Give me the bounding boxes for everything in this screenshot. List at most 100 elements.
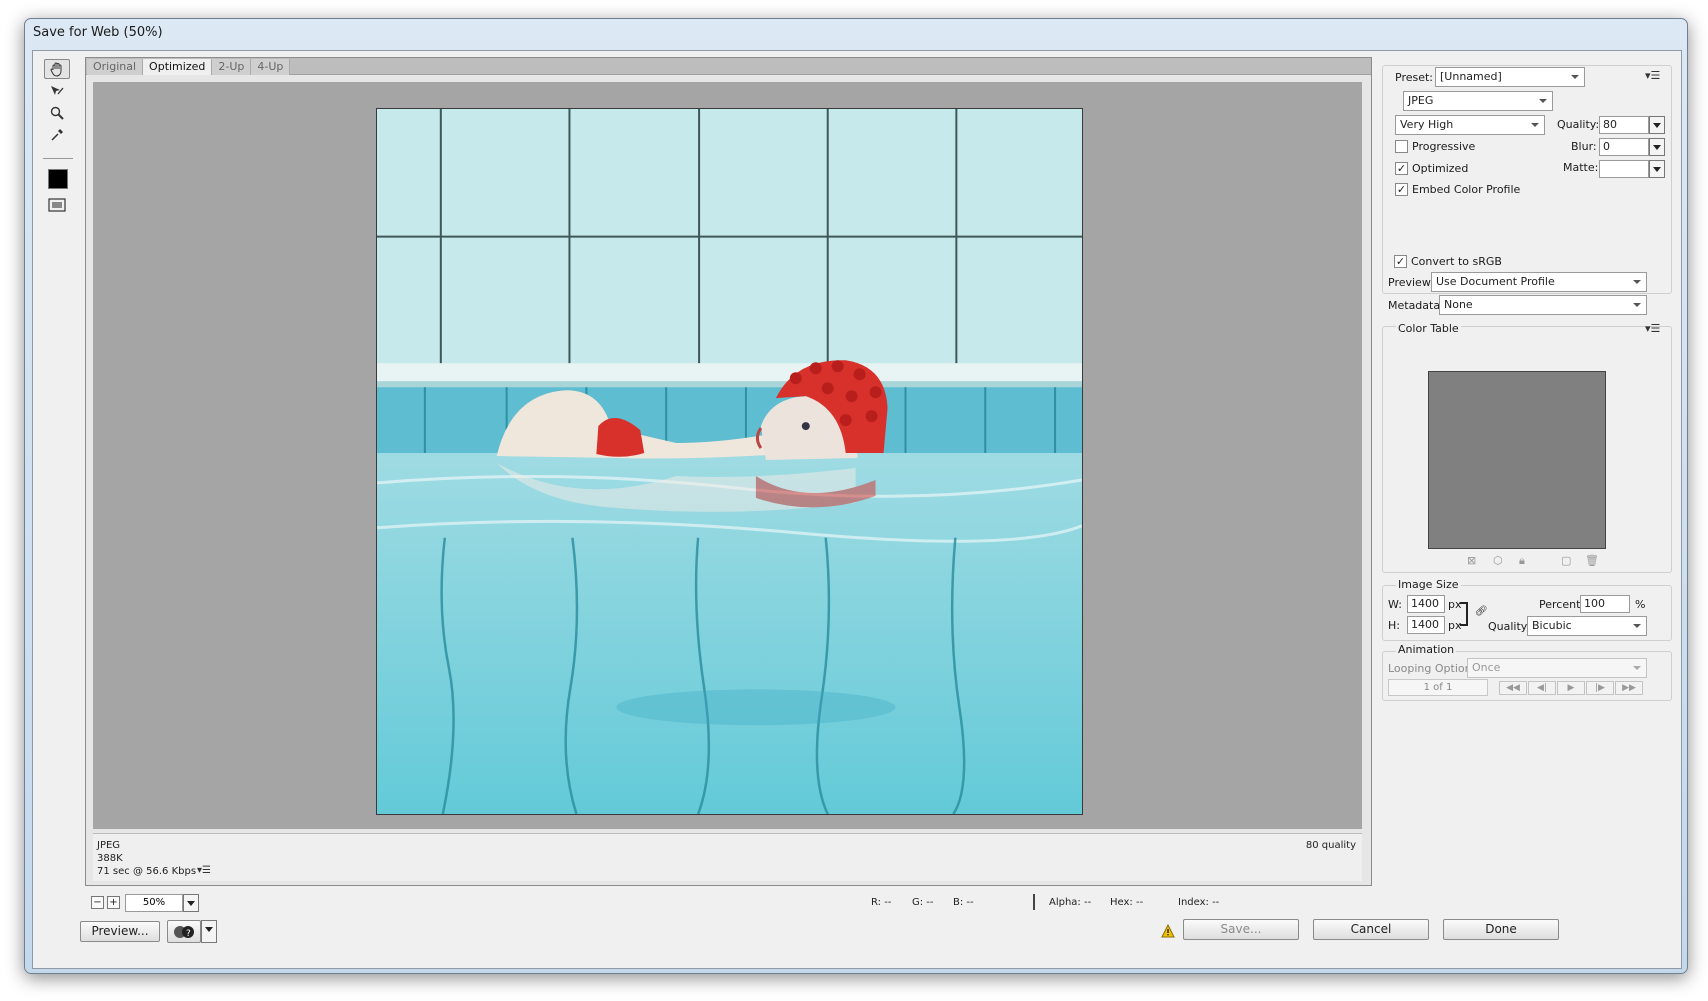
preset-value: [Unnamed] — [1440, 70, 1502, 83]
matte-dropdown[interactable] — [1649, 160, 1665, 178]
progressive-checkbox[interactable] — [1395, 140, 1408, 153]
looping-options-select[interactable]: Once — [1467, 658, 1647, 678]
readout-divider — [1033, 894, 1035, 910]
preview-button[interactable]: Preview... — [80, 921, 160, 942]
preview-canvas[interactable] — [93, 82, 1362, 829]
lock-color-icon[interactable]: 🔒︎ — [1519, 554, 1525, 568]
window-title: Save for Web (50%) — [33, 25, 163, 40]
resample-quality-value: Bicubic — [1532, 619, 1572, 632]
quality-label: Quality: — [1557, 118, 1600, 131]
percent-field[interactable]: 100 — [1580, 595, 1630, 613]
readout-alpha: Alpha: -- — [1049, 897, 1092, 908]
quality-level-select[interactable]: Very High — [1395, 115, 1545, 135]
optimized-checkbox[interactable]: ✓ — [1395, 162, 1408, 175]
zoom-out-button[interactable]: − — [91, 896, 104, 909]
image-size-title: Image Size — [1396, 578, 1461, 591]
tab-4-up[interactable]: 4-Up — [251, 59, 291, 75]
quality-field[interactable]: 80 — [1599, 116, 1649, 134]
next-frame-button[interactable]: |▶ — [1586, 681, 1614, 695]
width-label: W: — [1388, 598, 1402, 611]
tab-2-up[interactable]: 2-Up — [212, 59, 252, 75]
constrain-link-icon[interactable]: 🔗︎ — [1475, 606, 1488, 617]
tab-original[interactable]: Original — [87, 59, 144, 75]
play-button[interactable]: ▶ — [1557, 681, 1585, 695]
blur-slider-dropdown[interactable] — [1649, 138, 1665, 156]
info-file-size: 388K — [97, 853, 123, 864]
color-table-swatches[interactable] — [1428, 371, 1606, 549]
info-format: JPEG — [97, 840, 121, 851]
optimized-label: Optimized — [1412, 162, 1469, 175]
embed-color-profile-checkbox[interactable]: ✓ — [1395, 183, 1408, 196]
info-quality: 80 quality — [1305, 840, 1356, 851]
browser-preview-button[interactable]: ? — [167, 920, 201, 943]
save-for-web-window: Save for Web (50%) Original Optimized 2-… — [24, 18, 1688, 974]
readout-index: Index: -- — [1178, 897, 1220, 908]
browser-globe-icon: ? — [174, 926, 194, 939]
percent-label: Percent: — [1539, 598, 1585, 611]
width-field[interactable]: 1400 — [1407, 595, 1445, 613]
preset-label: Preset: — [1395, 71, 1434, 84]
preview-profile-select[interactable]: Use Document Profile — [1431, 272, 1647, 292]
metadata-value: None — [1444, 298, 1473, 311]
convert-srgb-checkbox[interactable]: ✓ — [1394, 255, 1407, 268]
format-select[interactable]: JPEG — [1403, 91, 1553, 111]
zoom-level-field[interactable]: 50% — [125, 894, 183, 912]
delete-color-icon[interactable]: 🗑︎ — [1585, 554, 1599, 567]
optimize-menu-icon[interactable]: ▾☰ — [1645, 69, 1660, 82]
last-frame-button[interactable]: ▶▶ — [1615, 681, 1643, 695]
warning-icon — [1161, 924, 1175, 938]
quality-slider-dropdown[interactable] — [1649, 116, 1665, 134]
convert-srgb-label: Convert to sRGB — [1411, 255, 1502, 268]
animation-title: Animation — [1396, 643, 1457, 656]
resample-quality-select[interactable]: Bicubic — [1527, 616, 1647, 636]
new-color-icon[interactable]: ▢ — [1561, 554, 1571, 567]
frame-counter: 1 of 1 — [1388, 679, 1488, 696]
previous-frame-button[interactable]: ◀| — [1528, 681, 1556, 695]
color-table-menu-icon[interactable]: ▾☰ — [1645, 322, 1660, 335]
constrain-bracket — [1460, 602, 1468, 626]
tab-optimized[interactable]: Optimized — [143, 59, 213, 75]
eyedropper-color-swatch[interactable] — [48, 169, 68, 189]
tool-bar — [41, 57, 75, 821]
save-button[interactable]: Save... — [1183, 919, 1299, 940]
toggle-slices-icon[interactable] — [44, 195, 70, 215]
metadata-select[interactable]: None — [1439, 295, 1647, 315]
info-download-time: 71 sec @ 56.6 Kbps — [97, 866, 197, 877]
image-info-bar: JPEG 388K 71 sec @ 56.6 Kbps ▾☰ 80 quali… — [93, 833, 1362, 881]
browser-select-dropdown[interactable] — [201, 920, 217, 943]
preview-profile-label: Preview: — [1388, 276, 1434, 289]
quality-level-value: Very High — [1400, 118, 1454, 131]
eyedropper-tool-icon[interactable] — [44, 125, 70, 145]
preset-select[interactable]: [Unnamed] — [1435, 67, 1585, 87]
embed-color-profile-label: Embed Color Profile — [1412, 183, 1521, 196]
dialog-client: Original Optimized 2-Up 4-Up JPEG 388K 7… — [32, 50, 1682, 969]
optimized-image-preview[interactable] — [376, 108, 1083, 815]
readout-blue: B: -- — [953, 897, 974, 908]
format-value: JPEG — [1408, 94, 1434, 107]
zoom-in-button[interactable]: + — [107, 896, 120, 909]
hand-tool-icon[interactable] — [44, 59, 70, 79]
looping-options-value: Once — [1472, 661, 1501, 674]
slice-select-tool-icon[interactable] — [44, 81, 70, 101]
blur-label: Blur: — [1571, 140, 1597, 153]
readout-red: R: -- — [871, 897, 892, 908]
zoom-level-dropdown[interactable] — [183, 894, 199, 912]
view-tabs: Original Optimized 2-Up 4-Up — [87, 59, 291, 75]
progressive-label: Progressive — [1412, 140, 1476, 153]
zoom-tool-icon[interactable] — [44, 103, 70, 123]
svg-text:?: ? — [186, 929, 191, 939]
color-table-title: Color Table — [1396, 322, 1461, 335]
readout-green: G: -- — [912, 897, 934, 908]
web-shift-icon[interactable]: ⬡ — [1493, 554, 1503, 567]
resample-quality-label: Quality: — [1488, 620, 1531, 633]
percent-unit: % — [1635, 598, 1646, 611]
first-frame-button[interactable]: ◀◀ — [1499, 681, 1527, 695]
matte-label: Matte: — [1563, 161, 1599, 174]
map-transparency-icon[interactable]: ⊠ — [1467, 554, 1476, 567]
matte-field[interactable] — [1599, 160, 1649, 178]
blur-field[interactable]: 0 — [1599, 138, 1649, 156]
preview-profile-value: Use Document Profile — [1436, 275, 1555, 288]
height-field[interactable]: 1400 — [1407, 616, 1445, 634]
optimization-settings-panel: Preset: [Unnamed] ▾☰ JPEG Very High Qual… — [1381, 57, 1677, 957]
download-speed-menu-icon[interactable]: ▾☰ — [197, 865, 211, 876]
